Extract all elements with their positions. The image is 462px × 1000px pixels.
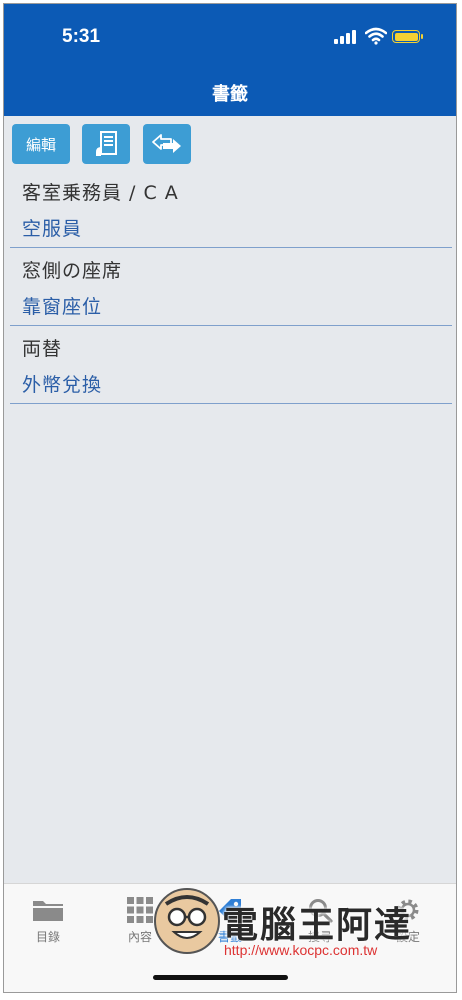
grid-icon [127,897,153,923]
bookmark-row[interactable]: 客室乗務員 / C A 空服員 [10,170,452,248]
tab-bar: 目錄 內容 書籤 搜尋 設定 電腦王阿達 http://www.kocpc.co… [4,883,456,992]
bookmark-japanese: 窓側の座席 [22,260,123,282]
status-bar: 5:31 [4,4,456,70]
watermark-title: 電腦王阿達 [222,904,413,946]
edit-button[interactable]: 編輯 [12,124,70,164]
bookmark-chinese: 靠窗座位 [22,296,103,318]
bookmark-chinese: 空服員 [22,218,83,240]
status-time: 5:31 [62,26,101,47]
tab-contents[interactable]: 目錄 [8,896,88,945]
navigation-bar: 書籤 [4,70,456,116]
watermark-mascot [154,888,220,954]
battery-icon [392,30,420,43]
home-indicator[interactable] [153,975,288,980]
folder-icon [33,901,63,921]
edit-button-label: 編輯 [25,135,56,154]
app-screen: 5:31 書籤 編輯 客室乗務員 / C A 空服員 窓側の座席 靠窗座位 両替… [3,3,457,993]
tab-label: 目錄 [35,930,60,944]
watermark: 電腦王阿達 http://www.kocpc.com.tw [154,888,444,968]
battery-tip [421,34,423,39]
wifi-icon [365,27,387,45]
swap-arrows-icon [152,134,181,153]
bookmark-japanese: 両替 [22,338,63,360]
bookmark-toolbar: 編輯 [4,116,456,168]
bookmark-row[interactable]: 窓側の座席 靠窗座位 [10,248,452,326]
cellular-signal-icon [334,30,356,44]
document-button[interactable] [82,124,130,164]
page-title: 書籤 [212,84,248,105]
bookmark-japanese: 客室乗務員 / C A [22,182,179,204]
document-icon [96,131,117,156]
watermark-url: http://www.kocpc.com.tw [224,942,378,958]
swap-language-button[interactable] [143,124,191,164]
bookmark-list: 客室乗務員 / C A 空服員 窓側の座席 靠窗座位 両替 外幣兌換 [10,170,456,404]
bookmark-row[interactable]: 両替 外幣兌換 [10,326,452,404]
bookmark-chinese: 外幣兌換 [22,374,103,396]
